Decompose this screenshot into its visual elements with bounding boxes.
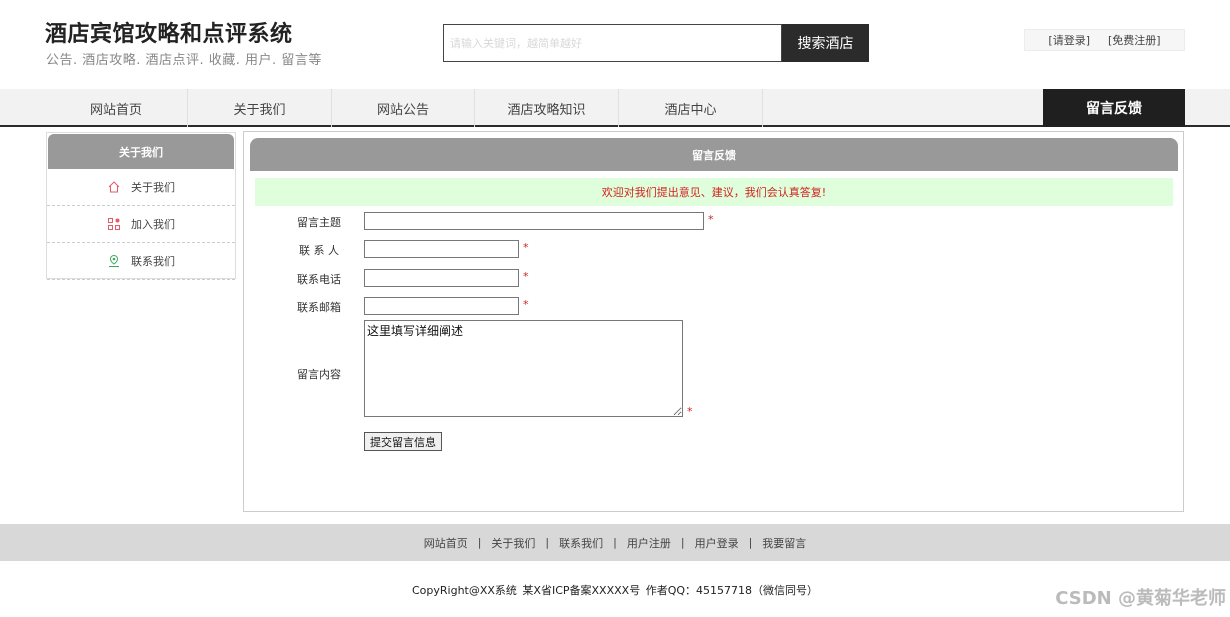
- sidebar-title: 关于我们: [48, 134, 234, 169]
- footer-link-login[interactable]: 用户登录: [695, 535, 739, 551]
- main-nav: 网站首页 关于我们 网站公告 酒店攻略知识 酒店中心 留言反馈: [0, 89, 1230, 127]
- watermark: CSDN @黄菊华老师: [1055, 588, 1226, 609]
- feedback-panel: 留言反馈 欢迎对我们提出意见、建议，我们会认真答复! 留言主题 * 联 系 人 …: [243, 131, 1184, 512]
- panel-title: 留言反馈: [250, 138, 1178, 171]
- email-field[interactable]: [364, 297, 519, 315]
- sidebar-item-label: 联系我们: [131, 255, 175, 268]
- contact-label: 联 系 人: [299, 244, 339, 257]
- footer-separator: |: [613, 536, 617, 549]
- submit-button[interactable]: 提交留言信息: [364, 432, 442, 451]
- required-mark: *: [708, 213, 714, 226]
- auth-box: [请登录] [免费注册]: [1024, 29, 1185, 51]
- grid-icon: [108, 218, 120, 230]
- footer-link-register[interactable]: 用户注册: [627, 535, 671, 551]
- nav-item-guide[interactable]: 酒店攻略知识: [475, 89, 619, 127]
- footer-link-about[interactable]: 关于我们: [491, 535, 535, 551]
- location-icon: [109, 254, 119, 267]
- nav-item-home[interactable]: 网站首页: [45, 89, 188, 127]
- sidebar: 关于我们 关于我们 加入我们 联系我们: [46, 132, 236, 280]
- contact-field[interactable]: [364, 240, 519, 258]
- footer-separator: |: [477, 536, 482, 549]
- nav-item-feedback[interactable]: 留言反馈: [1043, 89, 1185, 127]
- search-input[interactable]: [443, 24, 782, 62]
- sidebar-item-join[interactable]: 加入我们: [47, 206, 235, 243]
- nav-item-hotel[interactable]: 酒店中心: [619, 89, 763, 127]
- footer-separator: |: [748, 536, 753, 549]
- required-mark: *: [523, 298, 529, 311]
- sidebar-item-about[interactable]: 关于我们: [47, 169, 235, 206]
- content-field[interactable]: 这里填写详细阐述: [364, 320, 683, 417]
- login-link[interactable]: [请登录]: [1048, 32, 1090, 48]
- subject-label: 留言主题: [297, 216, 341, 229]
- phone-label: 联系电话: [297, 273, 341, 286]
- content-label: 留言内容: [297, 368, 341, 381]
- register-link[interactable]: [免费注册]: [1108, 32, 1161, 48]
- site-subtitle: 公告. 酒店攻略. 酒店点评. 收藏. 用户. 留言等: [46, 53, 322, 68]
- email-label: 联系邮箱: [297, 301, 341, 314]
- copyright: CopyRight@XX系统 某X省ICP备案XXXXX号 作者QQ：45157…: [411, 584, 818, 597]
- footer-link-message[interactable]: 我要留言: [762, 535, 806, 551]
- nav-item-notice[interactable]: 网站公告: [332, 89, 475, 127]
- footer-link-home[interactable]: 网站首页: [424, 535, 468, 551]
- home-icon: [108, 181, 120, 193]
- required-mark: *: [687, 405, 693, 418]
- required-mark: *: [523, 241, 529, 254]
- phone-field[interactable]: [364, 269, 519, 287]
- footer-separator: |: [545, 536, 550, 549]
- footer-link-contact[interactable]: 联系我们: [559, 535, 603, 551]
- notice-banner: 欢迎对我们提出意见、建议，我们会认真答复!: [255, 178, 1173, 206]
- nav-item-about[interactable]: 关于我们: [188, 89, 332, 127]
- required-mark: *: [523, 270, 529, 283]
- sidebar-item-label: 加入我们: [131, 218, 175, 231]
- sidebar-item-contact[interactable]: 联系我们: [47, 243, 235, 280]
- footer-links: 网站首页 | 关于我们 | 联系我们 | 用户注册 | 用户登录 | 我要留言: [0, 524, 1230, 561]
- site-title: 酒店宾馆攻略和点评系统: [45, 22, 293, 47]
- sidebar-item-label: 关于我们: [131, 181, 175, 194]
- search-button[interactable]: 搜索酒店: [782, 24, 869, 62]
- footer-separator: |: [680, 536, 685, 549]
- subject-field[interactable]: [364, 212, 704, 230]
